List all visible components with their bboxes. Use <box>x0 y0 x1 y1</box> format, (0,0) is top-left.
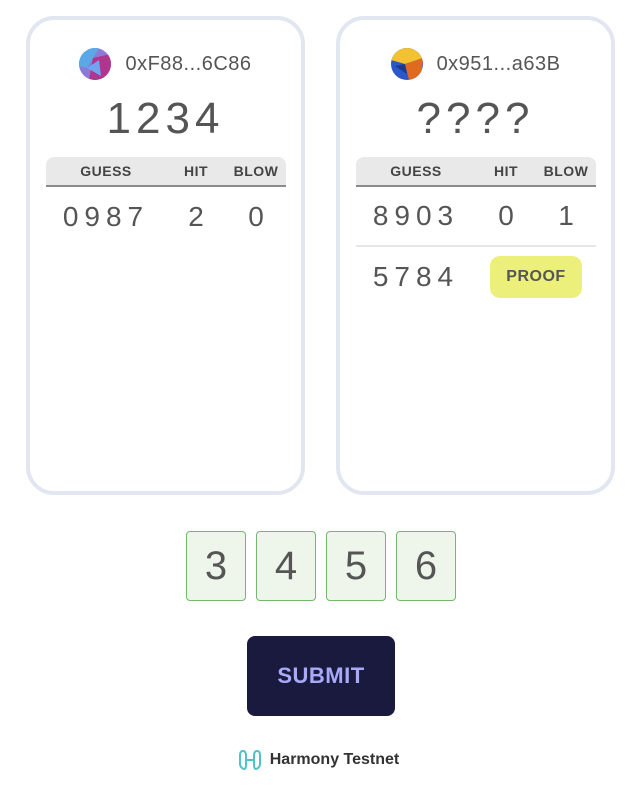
avatar <box>390 48 423 80</box>
player-card-self: 0xF88...6C86 1234 GUESS HIT BLOW 0987 2 … <box>26 16 305 495</box>
digit-input-4[interactable]: 6 <box>396 531 456 601</box>
column-header-guess: GUESS <box>80 163 132 179</box>
secret-number-hidden: ???? <box>416 94 535 143</box>
player-card-opponent: 0x951...a63B ???? GUESS HIT BLOW 8903 0 … <box>336 16 615 495</box>
column-header-blow: BLOW <box>543 163 589 179</box>
digit-input-2[interactable]: 4 <box>256 531 316 601</box>
column-header-hit: HIT <box>183 163 209 179</box>
digit-input-3[interactable]: 5 <box>326 531 386 601</box>
pending-guess-value: 5784 <box>372 261 460 292</box>
guess-input-row: 3 4 5 6 <box>186 531 456 601</box>
proof-cell: PROOF <box>476 256 596 298</box>
submit-button[interactable]: SUBMIT <box>247 636 395 716</box>
blow-value: 0 <box>248 201 264 232</box>
player-address: 0x951...a63B <box>436 52 561 75</box>
guess-history-table: GUESS HIT BLOW 0987 2 0 <box>46 157 286 247</box>
column-header-hit: HIT <box>493 163 519 179</box>
guess-value: 8903 <box>372 200 460 231</box>
guess-value: 0987 <box>62 201 150 232</box>
table-row: 8903 0 1 <box>356 187 596 247</box>
table-row: 0987 2 0 <box>46 187 286 247</box>
hit-value: 0 <box>498 200 514 231</box>
avatar <box>79 48 112 80</box>
pending-row: 5784 PROOF <box>356 247 596 307</box>
blow-value: 1 <box>558 200 574 231</box>
harmony-icon <box>238 748 262 772</box>
hit-value: 2 <box>188 201 204 232</box>
network-name: Harmony Testnet <box>269 751 400 768</box>
digit-input-1[interactable]: 3 <box>186 531 246 601</box>
proof-button[interactable]: PROOF <box>490 256 582 298</box>
player-address-row: 0xF88...6C86 <box>30 48 301 80</box>
table-header: GUESS HIT BLOW <box>46 157 286 187</box>
player-address-row: 0x951...a63B <box>340 48 611 80</box>
network-indicator: Harmony Testnet <box>0 748 641 772</box>
player-address: 0xF88...6C86 <box>125 52 252 75</box>
table-header: GUESS HIT BLOW <box>356 157 596 187</box>
column-header-guess: GUESS <box>390 163 442 179</box>
secret-number: 1234 <box>106 94 225 143</box>
column-header-blow: BLOW <box>233 163 279 179</box>
guess-history-table: GUESS HIT BLOW 8903 0 1 5784 PROOF <box>356 157 596 307</box>
